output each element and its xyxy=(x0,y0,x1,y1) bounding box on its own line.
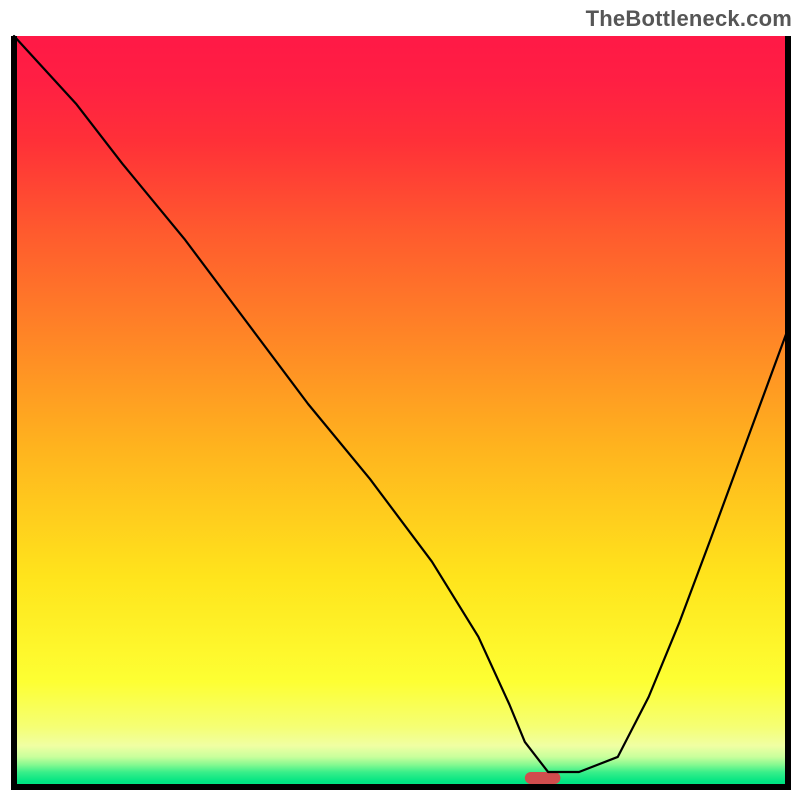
watermark-text: TheBottleneck.com xyxy=(586,6,792,32)
chart-plot xyxy=(11,33,791,790)
target-marker xyxy=(525,772,561,784)
chart-container: TheBottleneck.com xyxy=(0,0,800,800)
chart-background xyxy=(14,36,788,787)
chart-svg xyxy=(11,33,791,790)
